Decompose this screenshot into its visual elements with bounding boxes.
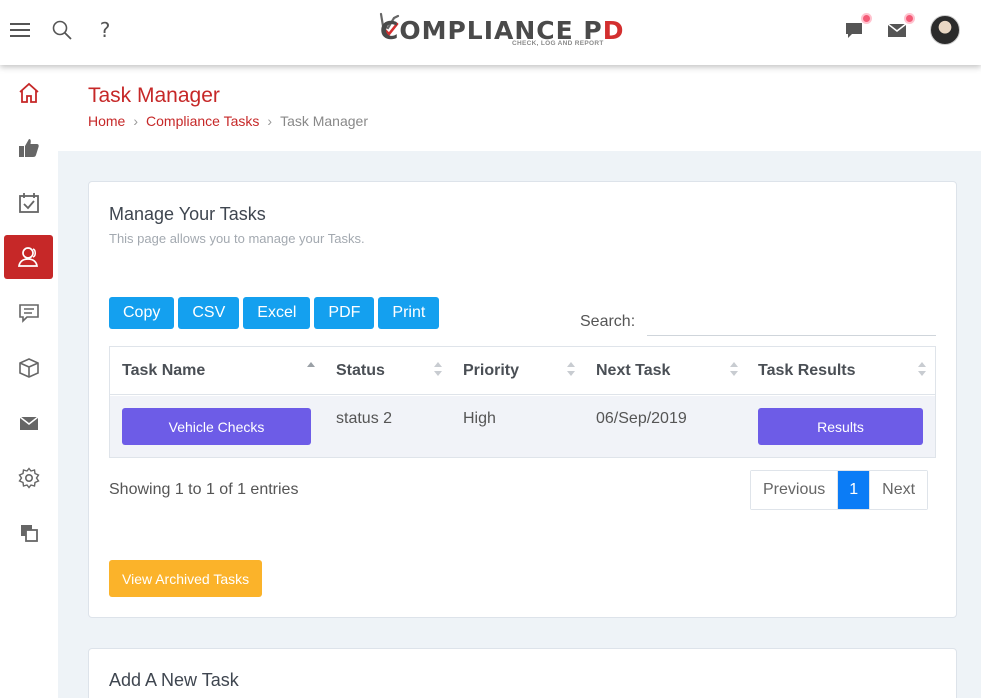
next-page-button[interactable]: Next <box>870 471 928 509</box>
chat-icon[interactable] <box>842 13 872 42</box>
sidebar-item-users[interactable] <box>4 235 53 279</box>
search-input[interactable] <box>647 306 936 336</box>
box-icon <box>18 358 39 378</box>
breadcrumb-current: Task Manager <box>280 113 368 129</box>
sidebar-item-settings[interactable] <box>4 456 53 500</box>
previous-page-button[interactable]: Previous <box>751 471 839 509</box>
avatar[interactable] <box>930 15 960 45</box>
sort-icon[interactable] <box>434 362 442 378</box>
next-task-cell: 06/Sep/2019 <box>596 410 687 427</box>
users-icon <box>17 247 38 267</box>
page-1-button[interactable]: 1 <box>838 471 871 509</box>
sidebar <box>0 65 58 698</box>
excel-button[interactable]: Excel <box>243 297 311 329</box>
sidebar-item-tasks[interactable] <box>4 181 53 225</box>
calendar-check-icon <box>18 193 39 213</box>
column-header-task-name[interactable]: Task Name <box>122 347 322 395</box>
print-button[interactable]: Print <box>378 297 440 329</box>
sidebar-item-likes[interactable] <box>4 126 53 170</box>
sidebar-item-messages[interactable] <box>4 291 53 335</box>
results-button[interactable]: Results <box>758 408 923 445</box>
page-title: Task Manager <box>88 84 220 107</box>
breadcrumb-separator: › <box>267 113 273 129</box>
priority-cell: High <box>463 410 496 427</box>
export-buttons: Copy CSV Excel PDF Print <box>109 297 440 329</box>
column-header-task-results[interactable]: Task Results <box>758 347 918 395</box>
sort-asc-icon[interactable] <box>307 362 315 378</box>
table-info: Showing 1 to 1 of 1 entries <box>109 481 299 498</box>
help-icon[interactable]: ? <box>93 18 117 42</box>
gear-icon <box>17 467 40 489</box>
manage-tasks-card: Manage Your Tasks This page allows you t… <box>88 181 957 618</box>
pagination: Previous 1 Next <box>750 470 929 510</box>
copy-icon <box>20 525 38 542</box>
sidebar-item-home[interactable] <box>4 71 53 115</box>
search-icon[interactable] <box>50 18 74 42</box>
sidebar-item-copy[interactable] <box>4 511 53 555</box>
table-header: Task Name Status Priority Next Task Task… <box>110 347 935 395</box>
status-cell: status 2 <box>336 410 393 427</box>
top-bar: ? COMPLIANCE PD CHECK, LOG AND REPORT <box>0 0 981 65</box>
csv-button[interactable]: CSV <box>178 297 240 329</box>
menu-icon[interactable] <box>8 18 32 42</box>
home-icon <box>18 82 39 103</box>
tasks-table: Task Name Status Priority Next Task Task… <box>109 346 936 458</box>
task-name-button[interactable]: Vehicle Checks <box>122 408 311 445</box>
message-icon <box>18 304 39 323</box>
sidebar-item-inventory[interactable] <box>4 346 53 390</box>
column-header-status[interactable]: Status <box>336 347 446 395</box>
sidebar-item-mail[interactable] <box>4 401 53 445</box>
breadcrumb-separator: › <box>133 113 139 129</box>
card-subtitle: This page allows you to manage your Task… <box>109 231 365 246</box>
copy-button[interactable]: Copy <box>109 297 175 329</box>
column-header-priority[interactable]: Priority <box>463 347 573 395</box>
card-title: Add A New Task <box>109 670 239 690</box>
logo-tagline: CHECK, LOG AND REPORT <box>512 40 604 47</box>
thumbs-up-icon <box>18 139 39 157</box>
search-label: Search: <box>580 313 636 330</box>
add-task-card: Add A New Task <box>88 648 957 698</box>
breadcrumb-compliance-tasks[interactable]: Compliance Tasks <box>146 113 259 129</box>
page-header: Task Manager Home › Compliance Tasks › Task … <box>58 65 981 151</box>
view-archived-tasks-button[interactable]: View Archived Tasks <box>109 560 263 597</box>
table-row: Vehicle Checks status 2 High 06/Sep/2019… <box>110 396 935 457</box>
breadcrumb-home[interactable]: Home <box>88 113 125 129</box>
notification-badge <box>904 13 915 24</box>
sort-icon[interactable] <box>918 362 926 378</box>
sort-icon[interactable] <box>730 362 738 378</box>
mail-icon <box>19 416 38 430</box>
mail-icon[interactable] <box>885 13 915 42</box>
breadcrumb: Home › Compliance Tasks › Task Manager <box>88 113 368 129</box>
notification-badge <box>861 13 872 24</box>
app-logo[interactable]: COMPLIANCE PD CHECK, LOG AND REPORT <box>376 10 624 52</box>
pdf-button[interactable]: PDF <box>314 297 375 329</box>
sort-icon[interactable] <box>567 362 575 378</box>
card-title: Manage Your Tasks <box>109 204 266 224</box>
column-header-next-task[interactable]: Next Task <box>596 347 726 395</box>
